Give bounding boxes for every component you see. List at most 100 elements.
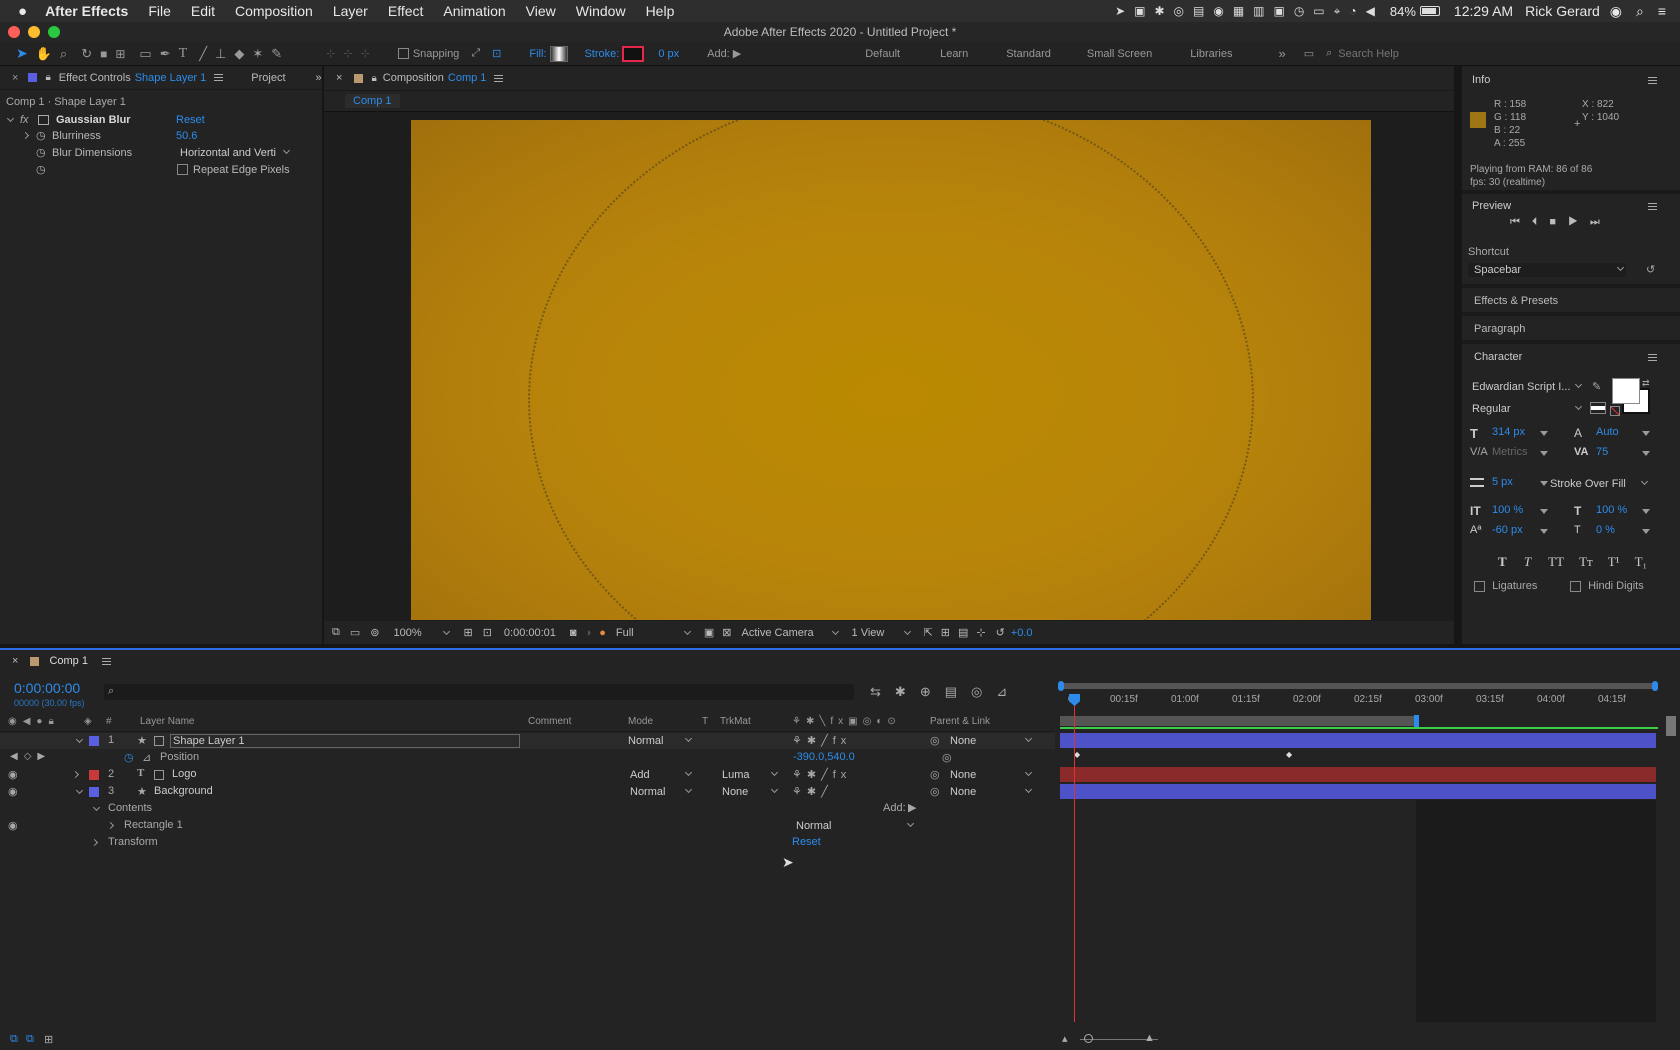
graph-icon[interactable]: ⊿: [142, 751, 151, 764]
toggle-pixel-aspect-icon[interactable]: ⇱: [924, 626, 933, 639]
parent-dropdown[interactable]: None: [950, 734, 1034, 748]
layer-row-1[interactable]: 1 ★ Shape Layer 1 Normal ⚘✱╱fx ◎ None: [0, 733, 1055, 749]
transparency-grid-icon[interactable]: ⊠: [722, 626, 731, 639]
visibility-eye-icon[interactable]: ◉: [8, 785, 18, 798]
pickwhip-icon[interactable]: ◎: [930, 734, 940, 747]
type-tool-icon[interactable]: T: [179, 46, 188, 62]
collapse-layer-icon[interactable]: [75, 786, 84, 795]
layer-bar-1[interactable]: [1060, 733, 1656, 748]
collapse-contents-icon[interactable]: [92, 803, 101, 812]
baseline-shift-value[interactable]: -60 px: [1492, 524, 1523, 536]
subscript-button[interactable]: T₁: [1635, 554, 1647, 569]
eyedropper-icon[interactable]: ✎: [1592, 380, 1601, 393]
panel-overflow-icon[interactable]: »: [316, 72, 322, 84]
menu-effect[interactable]: Effect: [388, 3, 424, 19]
snapshot-icon[interactable]: ◙: [570, 627, 577, 639]
menu-window[interactable]: Window: [576, 3, 626, 19]
zoom-window-button[interactable]: [48, 26, 60, 38]
layer-switches[interactable]: ⚘✱╱: [792, 785, 833, 798]
layer-name[interactable]: Background: [154, 785, 213, 797]
fill-swatch[interactable]: [550, 45, 569, 62]
prev-frame-icon[interactable]: ⏴: [1532, 216, 1550, 228]
work-area-end-handle[interactable]: [1652, 681, 1658, 691]
search-help-input[interactable]: [1338, 44, 1499, 63]
expand-blurriness-icon[interactable]: [21, 131, 30, 140]
parent-dropdown[interactable]: None: [950, 785, 1034, 799]
composition-tab-comp[interactable]: Comp 1: [448, 72, 487, 84]
preview-menu-icon[interactable]: [1648, 203, 1657, 210]
camera-tool-icon[interactable]: ■: [100, 47, 107, 61]
always-preview-icon[interactable]: ⧉: [332, 626, 340, 639]
keyframe-nav-icons[interactable]: ◀◇▶: [10, 751, 51, 762]
zoom-slider-thumb[interactable]: [1084, 1034, 1093, 1043]
menu-animation[interactable]: Animation: [443, 3, 505, 19]
region-of-interest-icon[interactable]: ▣: [704, 626, 714, 639]
leading-dropdown-icon[interactable]: [1642, 431, 1650, 436]
layer-name[interactable]: Shape Layer 1: [170, 734, 520, 748]
panel-menu-icon[interactable]: [101, 657, 111, 665]
panel-menu-icon[interactable]: [214, 74, 224, 81]
faux-bold-button[interactable]: T: [1498, 554, 1507, 569]
comp-breadcrumb[interactable]: Comp 1: [345, 94, 400, 108]
clock[interactable]: 12:29 AM: [1454, 3, 1513, 19]
close-window-button[interactable]: [8, 26, 20, 38]
hindi-digits-checkbox[interactable]: [1570, 580, 1581, 592]
layer-mode-dropdown[interactable]: Normal: [628, 734, 694, 748]
visibility-eye-icon[interactable]: ◉: [8, 768, 18, 781]
expand-effect-icon[interactable]: [6, 114, 15, 123]
tracking-dropdown-icon[interactable]: [1642, 451, 1650, 456]
pan-behind-tool-icon[interactable]: ⊞: [115, 47, 125, 61]
menu-view[interactable]: View: [526, 3, 556, 19]
project-tab[interactable]: Project: [251, 72, 285, 84]
layer-search[interactable]: ⌕: [104, 684, 854, 700]
zoom-dropdown[interactable]: 100%: [393, 627, 453, 639]
comp-timecode[interactable]: 0:00:00:01: [504, 627, 556, 639]
layer-row-3[interactable]: ◉ 3 ★ Background Normal None ⚘✱╱ ◎ None: [0, 784, 1055, 800]
snap-option-icon[interactable]: ⤢: [471, 47, 480, 60]
channels-icon[interactable]: ●: [599, 627, 606, 639]
comp-canvas[interactable]: [411, 120, 1371, 620]
layer-mode-dropdown[interactable]: Normal: [630, 785, 694, 799]
stopwatch-icon[interactable]: ◷: [36, 145, 46, 161]
siri-icon[interactable]: ◉: [1610, 3, 1622, 20]
no-stroke-icon[interactable]: [1590, 402, 1606, 414]
workspace-default[interactable]: Default: [865, 48, 900, 60]
pickwhip-icon[interactable]: ◎: [930, 785, 940, 798]
rotate-tool-icon[interactable]: ↻: [81, 46, 92, 62]
fill-color-swatch[interactable]: [1612, 378, 1640, 404]
effect-controls-tab-label[interactable]: Effect Controls: [59, 72, 131, 84]
no-fill-icon[interactable]: [1610, 406, 1620, 416]
character-menu-icon[interactable]: [1648, 354, 1657, 361]
tsume-value[interactable]: 0 %: [1596, 524, 1615, 536]
minimize-window-button[interactable]: [28, 26, 40, 38]
blur-dimensions-dropdown[interactable]: Horizontal and Verti: [180, 146, 292, 160]
lock-toggle-icon[interactable]: 🔒︎: [371, 73, 376, 84]
menu-edit[interactable]: Edit: [191, 3, 215, 19]
rectangle-tool-icon[interactable]: ▭: [139, 46, 151, 62]
roto-brush-tool-icon[interactable]: ✶: [252, 46, 263, 62]
exposure-value[interactable]: +0.0: [1011, 627, 1033, 639]
position-value[interactable]: -390.0,540.0: [793, 751, 855, 763]
effect-controls-layer-name[interactable]: Shape Layer 1: [135, 72, 207, 84]
graph-editor-icon[interactable]: ⊿: [996, 684, 1021, 699]
first-frame-icon[interactable]: ⏮: [1510, 216, 1532, 228]
hand-tool-icon[interactable]: ✋: [36, 46, 52, 62]
faux-italic-button[interactable]: T: [1524, 554, 1531, 569]
collapse-layer-icon[interactable]: [75, 735, 84, 744]
zoom-out-icon[interactable]: ▴: [1062, 1032, 1068, 1045]
zoom-in-icon[interactable]: ▲: [1144, 1032, 1155, 1044]
selection-tool-icon[interactable]: ➤: [16, 45, 28, 62]
layer-name-header[interactable]: Layer Name: [140, 716, 194, 727]
transform-reset-link[interactable]: Reset: [792, 836, 821, 848]
layer-switches[interactable]: ⚘✱╱fx: [792, 768, 851, 781]
add-button-icon[interactable]: ▶: [733, 47, 741, 60]
notification-icon[interactable]: ≡: [1658, 3, 1666, 19]
motion-blur-icon[interactable]: ◎: [971, 684, 996, 699]
sync-settings-icon[interactable]: ▭: [1304, 47, 1314, 60]
horizontal-scale-value[interactable]: 100 %: [1596, 504, 1627, 516]
resolution-dropdown[interactable]: Full: [616, 627, 694, 639]
stopwatch-icon[interactable]: ◷: [124, 751, 134, 764]
close-tab-icon[interactable]: ×: [12, 72, 18, 84]
layer-switches-toggle-icon[interactable]: ⧉: [10, 1033, 18, 1046]
pen-tool-icon[interactable]: ✒: [160, 46, 171, 62]
